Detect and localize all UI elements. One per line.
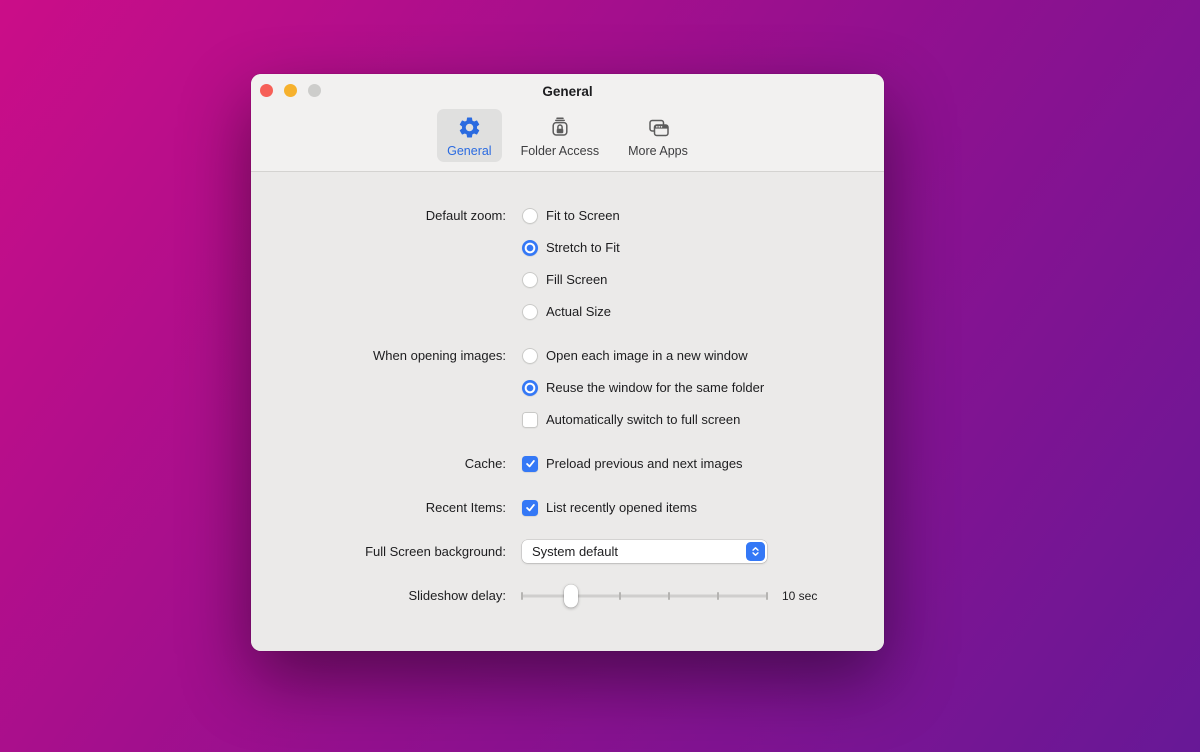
group-slideshow-delay: Slideshow delay: 10 sec bbox=[287, 584, 884, 608]
window-title: General bbox=[542, 84, 593, 99]
traffic-lights bbox=[260, 84, 321, 97]
tab-folder-access[interactable]: Folder Access bbox=[511, 109, 610, 162]
checkbox-option-list-recent[interactable]: List recently opened items bbox=[522, 496, 697, 519]
radio-icon[interactable] bbox=[522, 239, 538, 256]
cache-label: Cache: bbox=[464, 456, 506, 471]
titlebar: General bbox=[251, 74, 884, 108]
group-recent-items: Recent Items: List recently opened items bbox=[287, 496, 884, 519]
slider-track[interactable] bbox=[522, 594, 767, 598]
slider-tick bbox=[521, 592, 523, 600]
radio-icon[interactable] bbox=[522, 347, 538, 364]
fullscreen-background-label: Full Screen background: bbox=[365, 544, 506, 559]
close-button[interactable] bbox=[260, 84, 273, 97]
tab-more-apps[interactable]: More Apps bbox=[618, 109, 698, 162]
radio-option-new-window[interactable]: Open each image in a new window bbox=[522, 344, 764, 367]
radio-option-actual-size[interactable]: Actual Size bbox=[522, 300, 620, 323]
radio-option-fit-to-screen[interactable]: Fit to Screen bbox=[522, 204, 620, 227]
group-opening-images: When opening images: Open each image in … bbox=[287, 344, 884, 431]
checkbox-option-auto-fullscreen[interactable]: Automatically switch to full screen bbox=[522, 408, 764, 431]
minimize-button[interactable] bbox=[284, 84, 297, 97]
radio-option-fill-screen[interactable]: Fill Screen bbox=[522, 268, 620, 291]
radio-icon[interactable] bbox=[522, 271, 538, 288]
select-stepper-icon bbox=[746, 542, 765, 561]
group-default-zoom: Default zoom: Fit to Screen Stretch to F… bbox=[287, 204, 884, 323]
radio-icon[interactable] bbox=[522, 379, 538, 396]
checkbox-option-preload[interactable]: Preload previous and next images bbox=[522, 452, 743, 475]
slider-value-label: 10 sec bbox=[782, 589, 818, 603]
slider-thumb[interactable] bbox=[564, 584, 578, 608]
window-header: General General Folder Access More Apps bbox=[251, 74, 884, 172]
slideshow-delay-label: Slideshow delay: bbox=[408, 588, 506, 603]
group-cache: Cache: Preload previous and next images bbox=[287, 452, 884, 475]
slider-tick bbox=[619, 592, 621, 600]
group-fullscreen-background: Full Screen background: System default bbox=[287, 540, 884, 563]
overlapping-windows-icon bbox=[644, 114, 671, 141]
slider-tick bbox=[766, 592, 768, 600]
tab-folder-access-label: Folder Access bbox=[520, 144, 600, 158]
radio-option-stretch-to-fit[interactable]: Stretch to Fit bbox=[522, 236, 620, 259]
select-value: System default bbox=[532, 544, 618, 559]
toolbar: General Folder Access More Apps bbox=[251, 108, 884, 171]
fullscreen-background-select[interactable]: System default bbox=[522, 540, 767, 563]
slider-tick bbox=[717, 592, 719, 600]
tab-general-label: General bbox=[447, 144, 492, 158]
radio-option-reuse-window[interactable]: Reuse the window for the same folder bbox=[522, 376, 764, 399]
folder-lock-icon bbox=[546, 114, 573, 141]
zoom-button[interactable] bbox=[308, 84, 321, 97]
settings-content: Default zoom: Fit to Screen Stretch to F… bbox=[251, 172, 884, 651]
checkbox-icon[interactable] bbox=[522, 499, 538, 516]
slideshow-delay-slider[interactable] bbox=[521, 584, 768, 608]
gear-icon bbox=[456, 114, 483, 141]
radio-icon[interactable] bbox=[522, 303, 538, 320]
recent-items-label: Recent Items: bbox=[425, 500, 506, 515]
preferences-window: General General Folder Access More Apps … bbox=[251, 74, 884, 651]
radio-icon[interactable] bbox=[522, 207, 538, 224]
default-zoom-label: Default zoom: bbox=[425, 208, 506, 223]
slider-tick bbox=[668, 592, 670, 600]
desktop-background: General General Folder Access More Apps … bbox=[0, 0, 1200, 752]
opening-images-label: When opening images: bbox=[373, 348, 506, 363]
checkbox-icon[interactable] bbox=[522, 411, 538, 428]
checkbox-icon[interactable] bbox=[522, 455, 538, 472]
tab-general[interactable]: General bbox=[437, 109, 502, 162]
tab-more-apps-label: More Apps bbox=[628, 144, 688, 158]
